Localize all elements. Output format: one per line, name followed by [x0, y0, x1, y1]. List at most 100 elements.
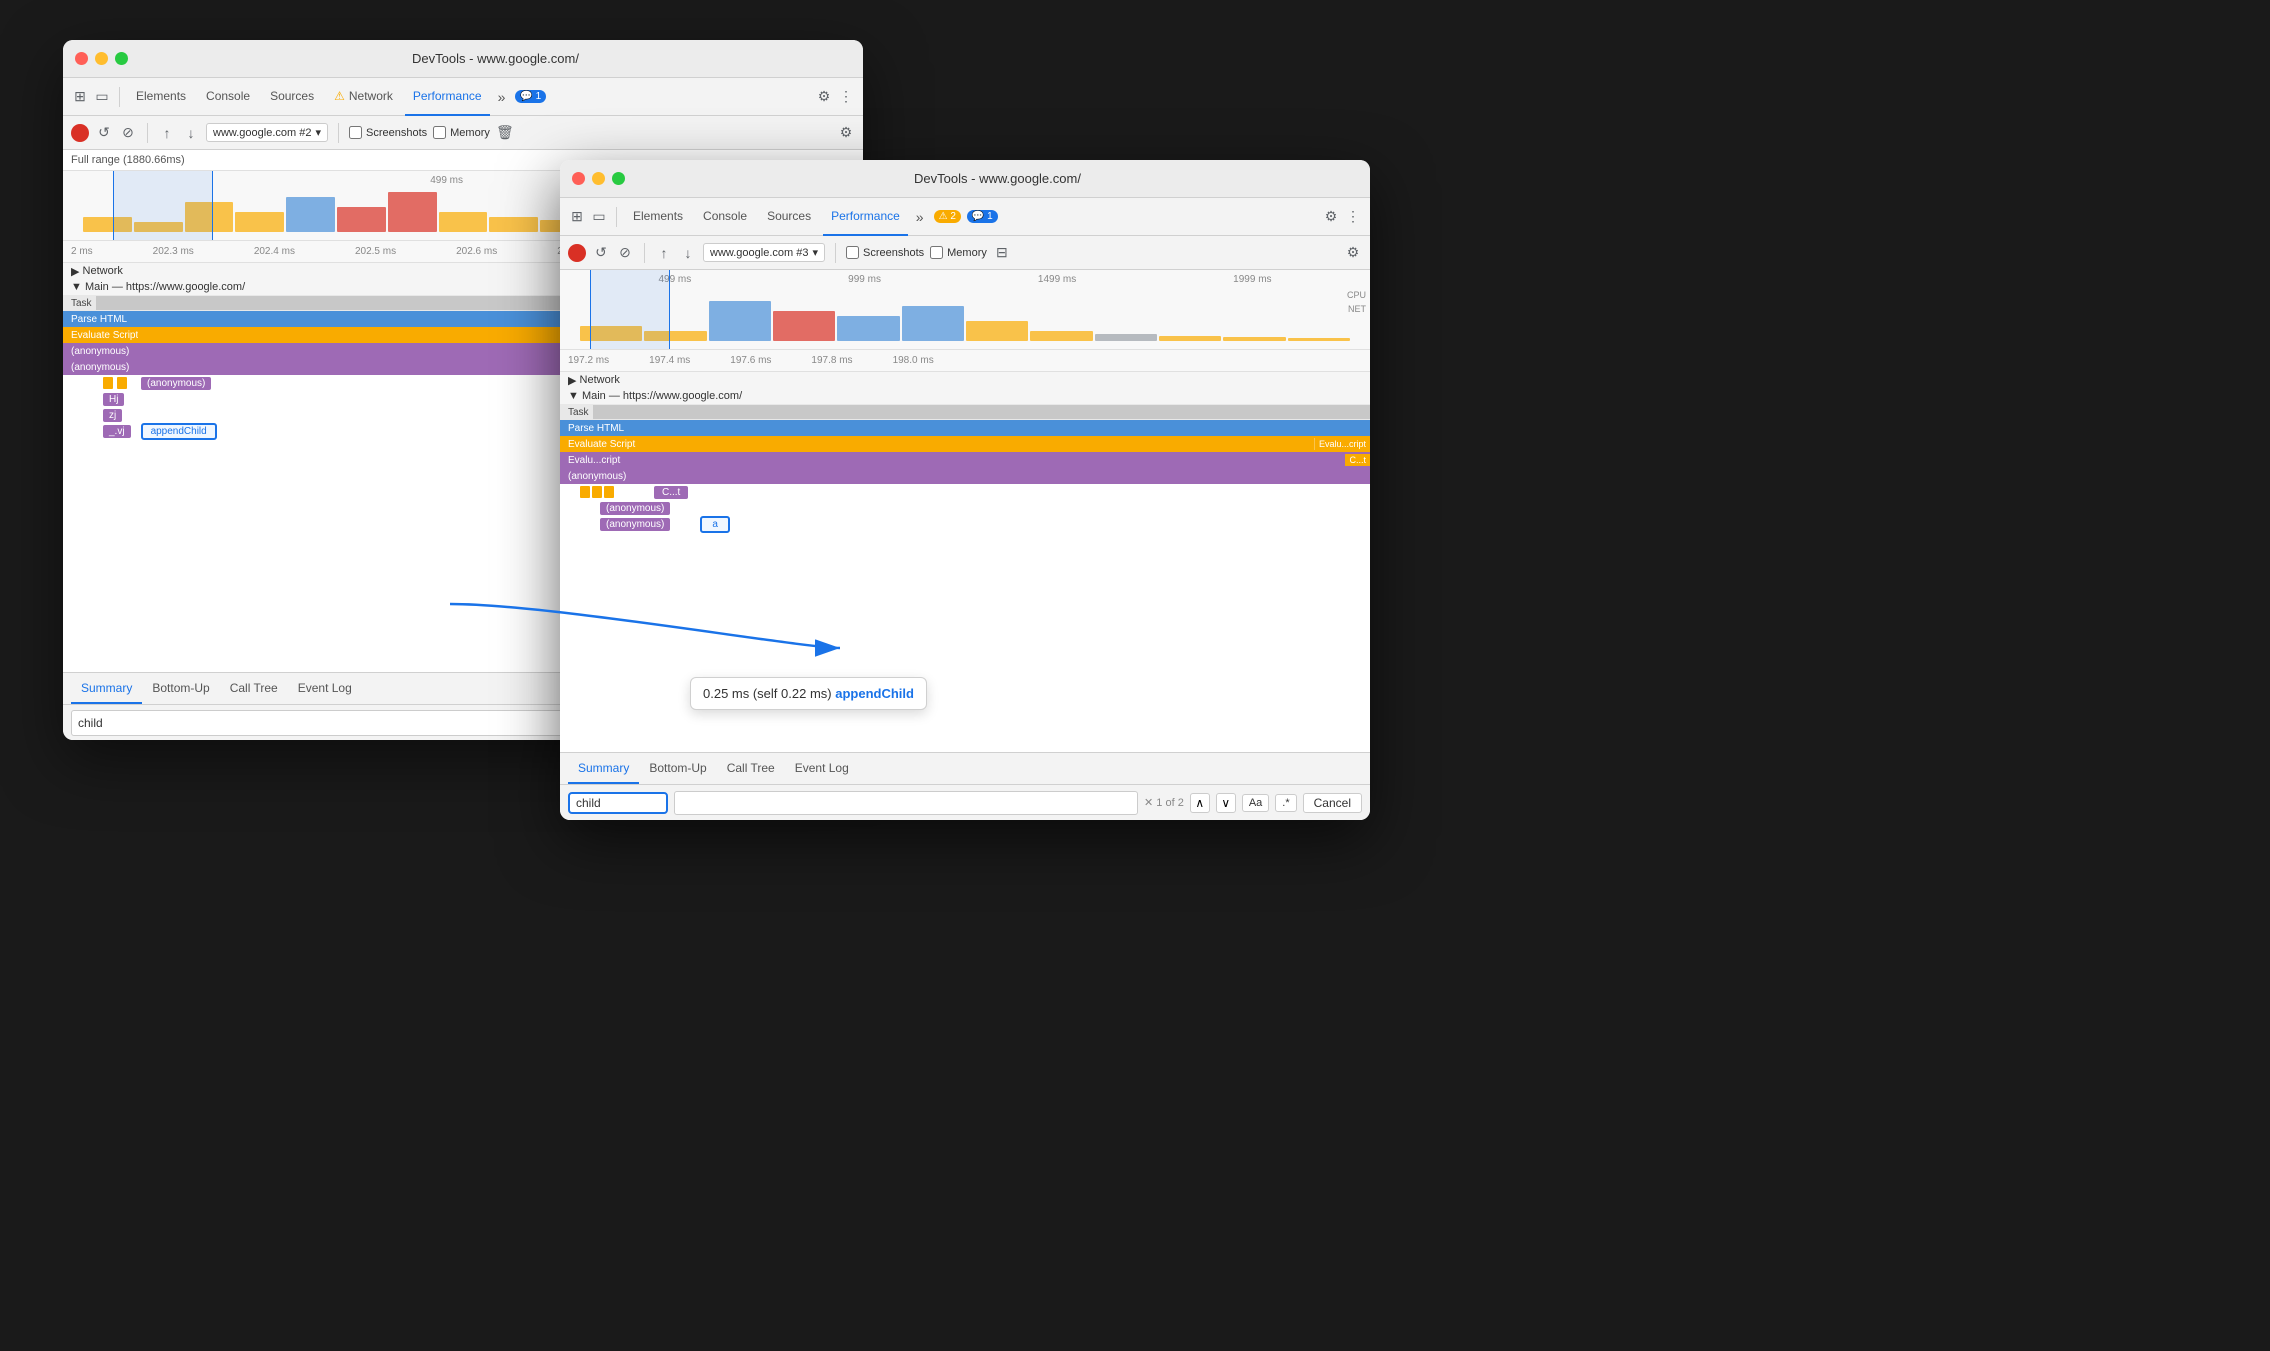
anon2-row-front[interactable]: (anonymous): [560, 468, 1370, 484]
parse-html-row-front[interactable]: Parse HTML: [560, 420, 1370, 436]
close-button-front[interactable]: [572, 172, 585, 185]
screenshots-checkbox-front[interactable]: Screenshots: [846, 246, 924, 259]
eval-right-front: Evalu...cript: [1314, 438, 1370, 450]
inspect-icon-back[interactable]: ⊞: [71, 88, 89, 106]
maximize-button-front[interactable]: [612, 172, 625, 185]
settings-icon-front[interactable]: ⚙: [1322, 208, 1340, 226]
tab-network-back[interactable]: ⚠ Network: [326, 78, 401, 116]
record-button-back[interactable]: [71, 124, 89, 142]
hj-row-front[interactable]: (anonymous): [560, 500, 1370, 516]
tab-performance-back[interactable]: Performance: [405, 78, 490, 116]
tab-console-back[interactable]: Console: [198, 78, 258, 116]
perf-toolbar-front: ↺ ⊘ ↑ ↓ www.google.com #3 ▾ Screenshots …: [560, 236, 1370, 270]
search-count-front: ✕ 1 of 2: [1144, 796, 1184, 809]
devtools-front-window: DevTools - www.google.com/ ⊞ ▭ Elements …: [560, 160, 1370, 820]
more-tabs-back[interactable]: »: [494, 89, 510, 105]
device-icon-front[interactable]: ▭: [590, 208, 608, 226]
sep3-back: [338, 123, 339, 143]
refresh-icon-back[interactable]: ↺: [95, 124, 113, 142]
badge-back: 💬 1: [515, 90, 546, 103]
append-child-highlight-back[interactable]: appendChild: [141, 423, 217, 440]
cpu-label-front: CPU: [1347, 290, 1366, 300]
tab-calltree-front[interactable]: Call Tree: [717, 754, 785, 784]
tab-elements-back[interactable]: Elements: [128, 78, 194, 116]
ruler-front: 197.2 ms 197.4 ms 197.6 ms 197.8 ms 198.…: [560, 350, 1370, 372]
tab-eventlog-back[interactable]: Event Log: [288, 674, 362, 704]
clear-search-icon-front[interactable]: ✕: [1144, 797, 1153, 809]
inspect-icon-front[interactable]: ⊞: [568, 208, 586, 226]
anon-right-front: C...t: [1345, 454, 1370, 466]
tab-bottomup-back[interactable]: Bottom-Up: [142, 674, 219, 704]
minimize-button-front[interactable]: [592, 172, 605, 185]
search-prev-btn-front[interactable]: ∧: [1190, 793, 1210, 813]
more-tabs-front[interactable]: »: [912, 209, 928, 225]
append-child-highlight-front[interactable]: a: [700, 516, 730, 533]
download-icon-back[interactable]: ↓: [182, 124, 200, 142]
window-title-back: DevTools - www.google.com/: [140, 51, 851, 66]
search-next-btn-front[interactable]: ∨: [1216, 793, 1236, 813]
cancel-btn-front[interactable]: Cancel: [1303, 793, 1362, 813]
tab-summary-back[interactable]: Summary: [71, 674, 142, 704]
window-controls-back: [75, 52, 128, 65]
settings2-icon-back[interactable]: ⚙: [837, 124, 855, 142]
settings-icon-back[interactable]: ⚙: [815, 88, 833, 106]
tab-console-front[interactable]: Console: [695, 198, 755, 236]
url-text-front: www.google.com #3: [710, 247, 808, 259]
tab-eventlog-front[interactable]: Event Log: [785, 754, 859, 784]
tab-calltree-back[interactable]: Call Tree: [220, 674, 288, 704]
screenshots-checkbox-back[interactable]: Screenshots: [349, 126, 427, 139]
aa-btn-front[interactable]: Aa: [1242, 794, 1269, 812]
memory-checkbox-back[interactable]: Memory: [433, 126, 490, 139]
trash-icon-back[interactable]: 🗑: [496, 124, 514, 142]
more-icon-back[interactable]: ⋮: [837, 88, 855, 106]
minimap-bars-front: [560, 291, 1370, 341]
maximize-button-back[interactable]: [115, 52, 128, 65]
refresh-icon-front[interactable]: ↺: [592, 244, 610, 262]
window-title-front: DevTools - www.google.com/: [637, 171, 1358, 186]
more-icon-front[interactable]: ⋮: [1344, 208, 1362, 226]
task-row-front: Task: [560, 404, 1370, 420]
search-input-wrap-front: [568, 792, 668, 814]
network-section-front: ▶ Network: [560, 372, 1370, 388]
url-box-front[interactable]: www.google.com #3 ▾: [703, 243, 825, 262]
record-button-front[interactable]: [568, 244, 586, 262]
minimap-front[interactable]: 499 ms 999 ms 1499 ms 1999 ms CPU N: [560, 270, 1370, 350]
tab-sources-front[interactable]: Sources: [759, 198, 819, 236]
search-bar-front: ✕ 1 of 2 ∧ ∨ Aa .* Cancel: [560, 784, 1370, 820]
selection-back[interactable]: [113, 171, 213, 240]
url-box-back[interactable]: www.google.com #2 ▾: [206, 123, 328, 142]
selection-front[interactable]: [590, 270, 670, 349]
close-button-back[interactable]: [75, 52, 88, 65]
perf-toolbar-back: ↺ ⊘ ↑ ↓ www.google.com #2 ▾ Screenshots …: [63, 116, 863, 150]
tab-bottomup-front[interactable]: Bottom-Up: [639, 754, 716, 784]
anon1-row-front[interactable]: Evalu...cript C...t: [560, 452, 1370, 468]
minimap-timestamps-front: 499 ms 999 ms 1499 ms 1999 ms: [560, 274, 1370, 285]
eval-script-row-front[interactable]: Evaluate Script Evalu...cript: [560, 436, 1370, 452]
upload-icon-front[interactable]: ↑: [655, 244, 673, 262]
search-extra-area-front: [674, 791, 1138, 815]
tab-elements-front[interactable]: Elements: [625, 198, 691, 236]
settings2-icon-front[interactable]: ⚙: [1344, 244, 1362, 262]
tab-bar-back: ⊞ ▭ Elements Console Sources ⚠ Network P…: [63, 78, 863, 116]
minimize-button-back[interactable]: [95, 52, 108, 65]
tab-summary-front[interactable]: Summary: [568, 754, 639, 784]
bottom-tabs-front: Summary Bottom-Up Call Tree Event Log: [560, 752, 1370, 784]
tab-network-label-back: Network: [349, 89, 393, 103]
memory-checkbox-front[interactable]: Memory: [930, 246, 987, 259]
grid-icon-front[interactable]: ⊟: [993, 244, 1011, 262]
dot-btn-front[interactable]: .*: [1275, 794, 1296, 812]
url-dropdown-back[interactable]: ▾: [315, 126, 321, 139]
sub-anon-front[interactable]: C...t: [560, 484, 1370, 500]
clear-icon-front[interactable]: ⊘: [616, 244, 634, 262]
j-row-front[interactable]: (anonymous) a: [560, 516, 1370, 532]
device-icon-back[interactable]: ▭: [93, 88, 111, 106]
download-icon-front[interactable]: ↓: [679, 244, 697, 262]
window-controls-front: [572, 172, 625, 185]
tab-performance-front[interactable]: Performance: [823, 198, 908, 236]
clear-icon-back[interactable]: ⊘: [119, 124, 137, 142]
net-label-front: NET: [1348, 304, 1366, 314]
url-dropdown-front[interactable]: ▾: [812, 246, 818, 259]
upload-icon-back[interactable]: ↑: [158, 124, 176, 142]
sep2-front: [644, 243, 645, 263]
tab-sources-back[interactable]: Sources: [262, 78, 322, 116]
